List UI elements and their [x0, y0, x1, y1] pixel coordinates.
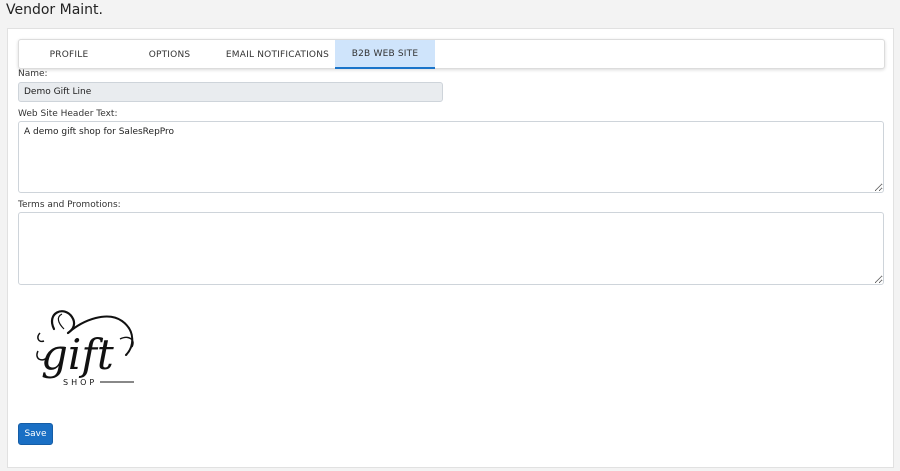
tab-b2b-web-site[interactable]: B2B WEB SITE [335, 40, 435, 69]
terms-label: Terms and Promotions: [18, 200, 121, 210]
logo-shop-text: SHOP [63, 378, 97, 387]
tab-options[interactable]: OPTIONS [119, 40, 220, 69]
name-label: Name: [18, 69, 48, 79]
tab-bar: PROFILE OPTIONS EMAIL NOTIFICATIONS B2B … [18, 39, 885, 69]
logo-script-text: gift [41, 330, 114, 379]
header-text-textarea[interactable]: A demo gift shop for SalesRepPro [18, 121, 884, 193]
gift-shop-logo: gift SHOP [36, 310, 134, 387]
main-panel: PROFILE OPTIONS EMAIL NOTIFICATIONS B2B … [7, 28, 894, 468]
tab-profile[interactable]: PROFILE [19, 40, 119, 69]
terms-textarea[interactable] [18, 212, 884, 285]
header-text-label: Web Site Header Text: [18, 109, 118, 119]
name-field[interactable] [18, 82, 443, 102]
page-title: Vendor Maint. [6, 2, 103, 18]
save-button[interactable]: Save [18, 423, 53, 445]
tab-email-notifications[interactable]: EMAIL NOTIFICATIONS [220, 40, 335, 69]
